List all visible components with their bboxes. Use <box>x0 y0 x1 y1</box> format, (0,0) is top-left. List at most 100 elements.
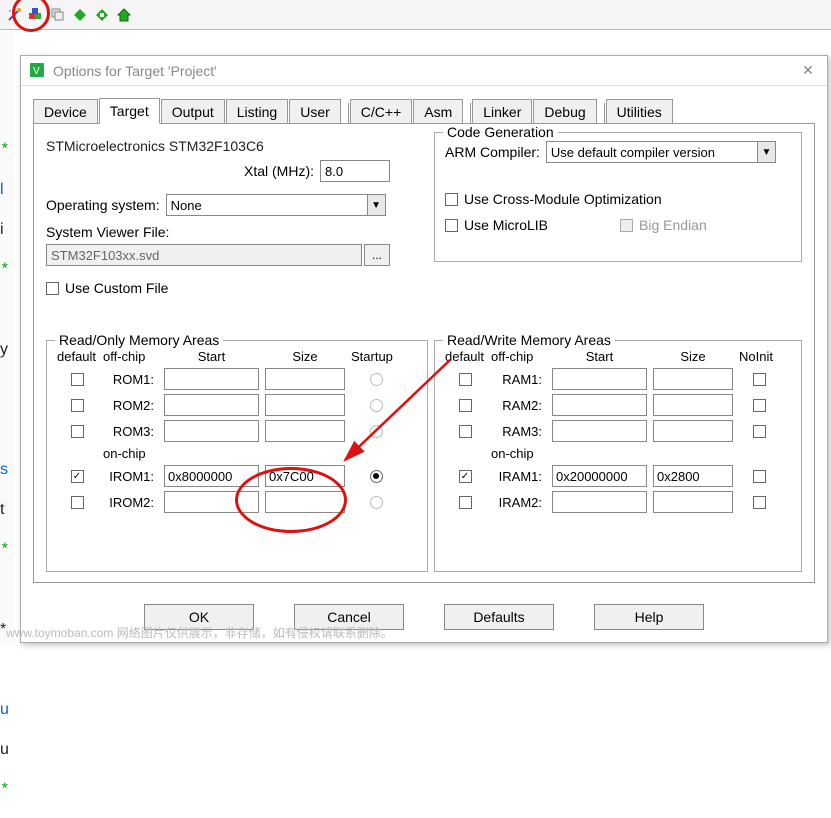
tab-linker[interactable]: Linker <box>472 99 532 124</box>
custom-file-checkbox[interactable] <box>46 282 59 295</box>
iram2-size[interactable] <box>653 491 733 513</box>
ram1-size[interactable] <box>653 368 733 390</box>
hdr-onchip: on-chip <box>103 446 158 461</box>
options-dialog: V Options for Target 'Project' ✕ Device … <box>20 55 828 643</box>
ram3-size[interactable] <box>653 420 733 442</box>
svd-label: System Viewer File: <box>46 224 390 240</box>
rom3-default-checkbox[interactable] <box>71 425 84 438</box>
os-combo[interactable]: ▼ <box>166 194 386 216</box>
rom3-start[interactable] <box>164 420 259 442</box>
green-diamond-icon[interactable] <box>70 5 90 25</box>
iram2-noinit-checkbox[interactable] <box>753 496 766 509</box>
rom1-label: ROM1: <box>103 372 158 387</box>
mem-rw-legend: Read/Write Memory Areas <box>443 332 615 348</box>
ram3-default-checkbox[interactable] <box>459 425 472 438</box>
tab-strip: Device Target Output Listing User C/C++ … <box>21 86 827 123</box>
tab-utilities[interactable]: Utilities <box>606 99 673 124</box>
rom2-start[interactable] <box>164 394 259 416</box>
microlib-checkbox[interactable] <box>445 219 458 232</box>
tab-listing[interactable]: Listing <box>226 99 288 124</box>
color-cubes-icon[interactable] <box>26 5 46 25</box>
ram2-label: RAM2: <box>491 398 546 413</box>
hdr-default-rw: default <box>445 349 485 364</box>
main-toolbar <box>0 0 831 30</box>
os-combo-input[interactable] <box>167 195 367 215</box>
tab-cpp[interactable]: C/C++ <box>350 99 412 124</box>
rom1-start[interactable] <box>164 368 259 390</box>
ram2-start[interactable] <box>552 394 647 416</box>
irom2-default-checkbox[interactable] <box>71 496 84 509</box>
rom2-startup-radio[interactable] <box>370 399 383 412</box>
rom2-label: ROM2: <box>103 398 158 413</box>
ram3-start[interactable] <box>552 420 647 442</box>
ram2-default-checkbox[interactable] <box>459 399 472 412</box>
irom2-size[interactable] <box>265 491 345 513</box>
editor-gutter: *li*yst**uu* <box>0 30 14 645</box>
stack-icon[interactable] <box>48 5 68 25</box>
rom1-size[interactable] <box>265 368 345 390</box>
watermark: www.toymoban.com 网络图片仅供展示，非存储，如有侵权请联系删除。 <box>6 624 393 641</box>
iram1-label: IRAM1: <box>491 469 546 484</box>
hdr-startup: Startup <box>351 349 401 364</box>
ram1-start[interactable] <box>552 368 647 390</box>
tab-debug[interactable]: Debug <box>533 99 596 124</box>
rom1-startup-radio[interactable] <box>370 373 383 386</box>
mem-ro-fieldset: Read/Only Memory Areas default off-chip … <box>46 340 428 572</box>
magic-wand-icon[interactable] <box>4 5 24 25</box>
mem-rw-fieldset: Read/Write Memory Areas default off-chip… <box>434 340 802 572</box>
xtal-input[interactable] <box>320 160 390 182</box>
home-icon[interactable] <box>114 5 134 25</box>
irom1-startup-radio[interactable] <box>370 470 383 483</box>
target-panel: STMicroelectronics STM32F103C6 Xtal (MHz… <box>33 123 815 583</box>
help-button[interactable]: Help <box>594 604 704 630</box>
dialog-icon: V <box>29 62 47 80</box>
rom2-default-checkbox[interactable] <box>71 399 84 412</box>
svd-browse-button[interactable]: ... <box>364 244 390 266</box>
cross-module-checkbox[interactable] <box>445 193 458 206</box>
ram1-default-checkbox[interactable] <box>459 373 472 386</box>
ram2-size[interactable] <box>653 394 733 416</box>
compiler-label: ARM Compiler: <box>445 144 540 160</box>
iram1-start[interactable] <box>552 465 647 487</box>
tab-output[interactable]: Output <box>161 99 225 124</box>
hdr-start-rw: Start <box>552 349 647 364</box>
iram1-default-checkbox[interactable] <box>459 470 472 483</box>
rom2-size[interactable] <box>265 394 345 416</box>
ram1-label: RAM1: <box>491 372 546 387</box>
green-diamond2-icon[interactable] <box>92 5 112 25</box>
irom1-default-checkbox[interactable] <box>71 470 84 483</box>
rom3-startup-radio[interactable] <box>370 425 383 438</box>
ram3-noinit-checkbox[interactable] <box>753 425 766 438</box>
iram2-start[interactable] <box>552 491 647 513</box>
compiler-combo-input[interactable] <box>547 142 757 162</box>
tab-target[interactable]: Target <box>99 98 160 124</box>
ram1-noinit-checkbox[interactable] <box>753 373 766 386</box>
rom3-size[interactable] <box>265 420 345 442</box>
tab-asm[interactable]: Asm <box>413 99 463 124</box>
iram1-noinit-checkbox[interactable] <box>753 470 766 483</box>
tab-device[interactable]: Device <box>33 99 98 124</box>
rom1-default-checkbox[interactable] <box>71 373 84 386</box>
close-icon[interactable]: ✕ <box>799 62 817 80</box>
defaults-button[interactable]: Defaults <box>444 604 554 630</box>
irom1-start[interactable] <box>164 465 259 487</box>
mem-ro-legend: Read/Only Memory Areas <box>55 332 223 348</box>
hdr-onchip-rw: on-chip <box>491 446 546 461</box>
dialog-titlebar: V Options for Target 'Project' ✕ <box>21 56 827 86</box>
iram2-label: IRAM2: <box>491 495 546 510</box>
ram2-noinit-checkbox[interactable] <box>753 399 766 412</box>
codegen-legend: Code Generation <box>443 124 558 140</box>
chevron-down-icon[interactable]: ▼ <box>757 142 775 162</box>
hdr-noinit: NoInit <box>739 349 779 364</box>
cross-module-label: Use Cross-Module Optimization <box>464 191 662 207</box>
irom2-start[interactable] <box>164 491 259 513</box>
iram2-default-checkbox[interactable] <box>459 496 472 509</box>
tab-user[interactable]: User <box>289 99 341 124</box>
compiler-combo[interactable]: ▼ <box>546 141 776 163</box>
codegen-fieldset: Code Generation ARM Compiler: ▼ Use Cros… <box>434 132 802 262</box>
irom1-size[interactable] <box>265 465 345 487</box>
rom3-label: ROM3: <box>103 424 158 439</box>
iram1-size[interactable] <box>653 465 733 487</box>
chevron-down-icon[interactable]: ▼ <box>367 195 385 215</box>
irom2-startup-radio[interactable] <box>370 496 383 509</box>
